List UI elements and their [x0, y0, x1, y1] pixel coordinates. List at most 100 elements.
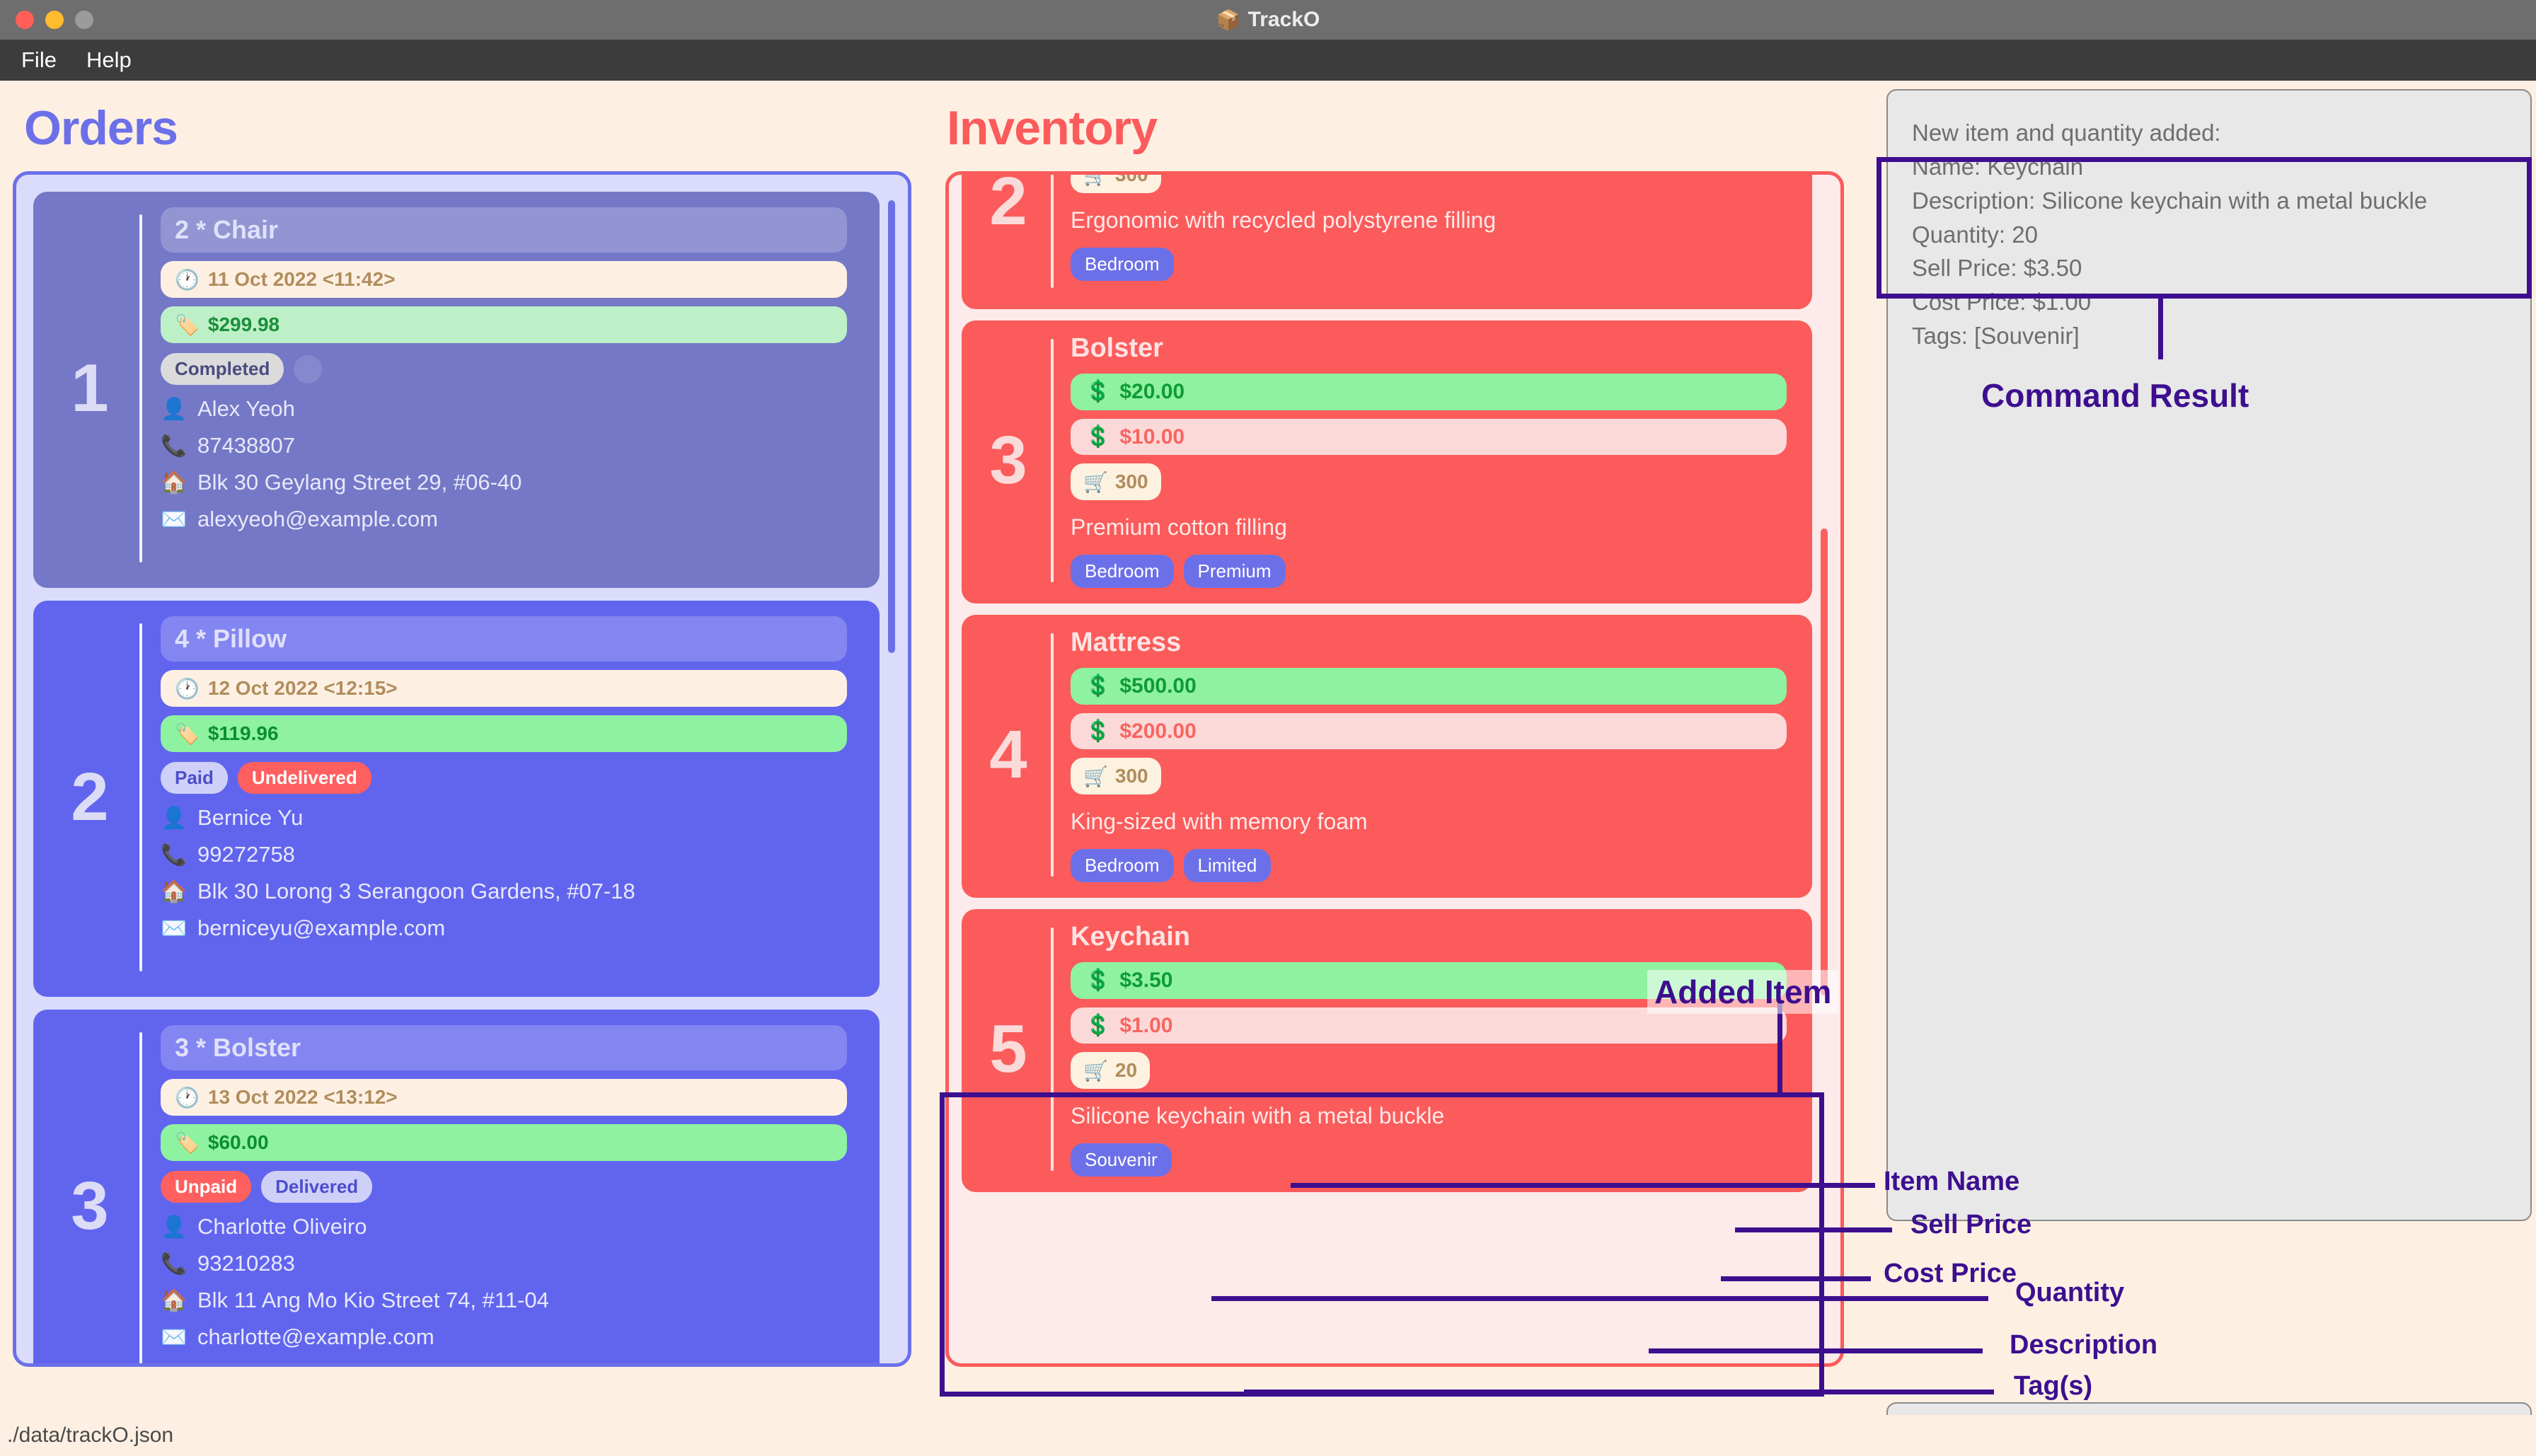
inventory-index: 4 — [989, 717, 1027, 792]
order-card[interactable]: 1 2 * Chair 🕐 11 Oct 2022 <11:42> 🏷️ $29… — [33, 192, 880, 588]
clock-icon: 🕐 — [175, 268, 200, 291]
order-email-row: ✉️ charlotte@example.com — [161, 1324, 847, 1350]
status-badge: Paid — [161, 762, 228, 794]
inventory-tags: Bedroom Premium — [1071, 555, 1787, 589]
inventory-heading: Inventory — [947, 101, 1158, 155]
orders-list: 1 2 * Chair 🕐 11 Oct 2022 <11:42> 🏷️ $29… — [16, 175, 908, 1363]
order-badges: Paid Undelivered — [161, 762, 847, 794]
inventory-name: Mattress — [1071, 628, 1182, 657]
menu-item-file[interactable]: File — [11, 43, 67, 77]
order-details: 3 * Bolster 🕐 13 Oct 2022 <13:12> 🏷️ $60… — [161, 1025, 861, 1363]
inventory-sell-pill: 💲 $3.50 — [1071, 962, 1787, 999]
result-line: Cost Price: $1.00 — [1912, 289, 2092, 316]
status-badge: Completed — [161, 353, 284, 385]
order-address: Blk 30 Geylang Street 29, #06-40 — [197, 470, 522, 495]
inventory-panel[interactable]: 2 🛒 300 Ergonomic with recycled polystyr… — [945, 171, 1844, 1367]
phone-icon: 📞 — [161, 1252, 188, 1276]
order-price-pill: 🏷️ $60.00 — [161, 1124, 847, 1161]
inventory-name: Keychain — [1071, 922, 1190, 952]
result-line: New item and quantity added: — [1912, 120, 2221, 146]
inventory-details: Bolster 💲 $20.00 💲 $10.00 🛒 300 Premium … — [1071, 333, 1798, 589]
order-phone-row: 📞 93210283 — [161, 1251, 847, 1276]
inventory-index: 3 — [989, 422, 1027, 498]
order-email: charlotte@example.com — [197, 1324, 434, 1349]
status-badge: Delivered — [261, 1171, 373, 1203]
inventory-qty: 300 — [1114, 171, 1148, 185]
inventory-scrollbar[interactable] — [1821, 528, 1828, 995]
orders-panel[interactable]: 1 2 * Chair 🕐 11 Oct 2022 <11:42> 🏷️ $29… — [13, 171, 911, 1367]
order-index: 3 — [71, 1168, 109, 1244]
status-bar: ./data/trackO.json — [0, 1415, 2536, 1456]
clock-icon: 🕐 — [175, 677, 200, 700]
right-column: New item and quantity added: Name: Keych… — [1882, 81, 2536, 1456]
menu-item-help[interactable]: Help — [76, 43, 142, 77]
inventory-cost: $10.00 — [1119, 424, 1185, 449]
phone-icon: 📞 — [161, 434, 188, 458]
order-phone: 93210283 — [197, 1251, 295, 1276]
inventory-desc: Ergonomic with recycled polystyrene fill… — [1071, 207, 1497, 233]
order-date: 11 Oct 2022 <11:42> — [207, 268, 396, 290]
inventory-sell-pill: 💲 $20.00 — [1071, 374, 1787, 410]
card-divider — [1051, 175, 1054, 288]
clock-icon: 🕐 — [175, 1086, 200, 1109]
inventory-desc: Premium cotton filling — [1071, 514, 1287, 541]
orders-heading: Orders — [24, 101, 178, 155]
inventory-details: Mattress 💲 $500.00 💲 $200.00 🛒 300 King-… — [1071, 628, 1798, 883]
result-line: Description: Silicone keychain with a me… — [1912, 187, 2428, 214]
order-index: 1 — [71, 350, 109, 426]
window-titlebar: 📦 TrackO — [0, 0, 2536, 40]
inventory-card-keychain[interactable]: 5 Keychain 💲 $3.50 💲 $1.00 🛒 20 Silicone… — [962, 909, 1812, 1192]
inventory-details: 🛒 300 Ergonomic with recycled polystyren… — [1071, 171, 1798, 294]
cost-price-arrow-icon: 💲 — [1085, 720, 1112, 743]
price-tag-icon: 🏷️ — [175, 313, 200, 336]
order-date-pill: 🕐 12 Oct 2022 <12:15> — [161, 670, 847, 707]
result-line: Name: Keychain — [1912, 153, 2084, 180]
cart-icon: 🛒 — [1083, 765, 1108, 787]
order-date-pill: 🕐 11 Oct 2022 <11:42> — [161, 261, 847, 298]
inventory-qty-pill: 🛒 20 — [1071, 1052, 1151, 1090]
sell-price-arrow-icon: 💲 — [1085, 674, 1112, 698]
menu-bar: File Help — [0, 40, 2536, 81]
app-body: Orders 1 2 * Chair 🕐 11 Oct 2022 <11:42>… — [0, 81, 2536, 1456]
home-icon: 🏠 — [161, 879, 188, 903]
result-line: Quantity: 20 — [1912, 221, 2038, 248]
person-icon: 👤 — [161, 806, 188, 830]
inventory-details: Keychain 💲 $3.50 💲 $1.00 🛒 20 Silicone k… — [1071, 922, 1798, 1177]
orders-scrollbar[interactable] — [888, 200, 895, 653]
result-line: Sell Price: $3.50 — [1912, 255, 2082, 282]
inventory-tag: Bedroom — [1071, 248, 1174, 281]
window-title: 📦 TrackO — [0, 8, 2536, 32]
order-phone: 87438807 — [197, 433, 295, 458]
status-badge: Unpaid — [161, 1171, 252, 1203]
inventory-sell: $20.00 — [1119, 379, 1185, 403]
inventory-desc: Silicone keychain with a metal buckle — [1071, 1103, 1445, 1129]
inventory-card[interactable]: 3 Bolster 💲 $20.00 💲 $10.00 � — [962, 320, 1812, 603]
inventory-qty-pill: 🛒 300 — [1071, 463, 1161, 501]
inventory-tags: Souvenir — [1071, 1143, 1787, 1177]
order-price: $299.98 — [207, 313, 280, 335]
package-icon: 📦 — [1216, 8, 1241, 31]
inventory-cost: $1.00 — [1119, 1013, 1173, 1037]
inventory-index: 2 — [989, 171, 1027, 239]
order-date: 12 Oct 2022 <12:15> — [207, 677, 398, 699]
inventory-list: 2 🛒 300 Ergonomic with recycled polystyr… — [949, 171, 1840, 1363]
inventory-column: Inventory 2 🛒 300 Ergonomic with recycle… — [941, 81, 1882, 1456]
order-date: 13 Oct 2022 <13:12> — [207, 1086, 398, 1108]
order-card[interactable]: 2 4 * Pillow 🕐 12 Oct 2022 <12:15> 🏷️ $1… — [33, 601, 880, 997]
inventory-cost-pill: 💲 $1.00 — [1071, 1007, 1787, 1044]
order-address: Blk 30 Lorong 3 Serangoon Gardens, #07-1… — [197, 879, 635, 903]
order-card[interactable]: 3 3 * Bolster 🕐 13 Oct 2022 <13:12> 🏷️ $… — [33, 1010, 880, 1363]
inventory-cost-pill: 💲 $10.00 — [1071, 418, 1787, 456]
orders-column: Orders 1 2 * Chair 🕐 11 Oct 2022 <11:42>… — [0, 81, 941, 1456]
email-icon: ✉️ — [161, 1325, 188, 1349]
inventory-sell: $3.50 — [1119, 968, 1173, 992]
inventory-card[interactable]: 2 🛒 300 Ergonomic with recycled polystyr… — [962, 171, 1812, 309]
order-person-row: 👤 Bernice Yu — [161, 805, 847, 831]
inventory-qty-pill: 🛒 300 — [1071, 171, 1161, 193]
inventory-card[interactable]: 4 Mattress 💲 $500.00 💲 $200.00 🛒 300 Kin… — [962, 615, 1812, 898]
email-icon: ✉️ — [161, 916, 188, 940]
window-title-text: TrackO — [1247, 8, 1320, 31]
order-price-pill: 🏷️ $299.98 — [161, 306, 847, 343]
phone-icon: 📞 — [161, 843, 188, 867]
order-index: 2 — [71, 759, 109, 835]
